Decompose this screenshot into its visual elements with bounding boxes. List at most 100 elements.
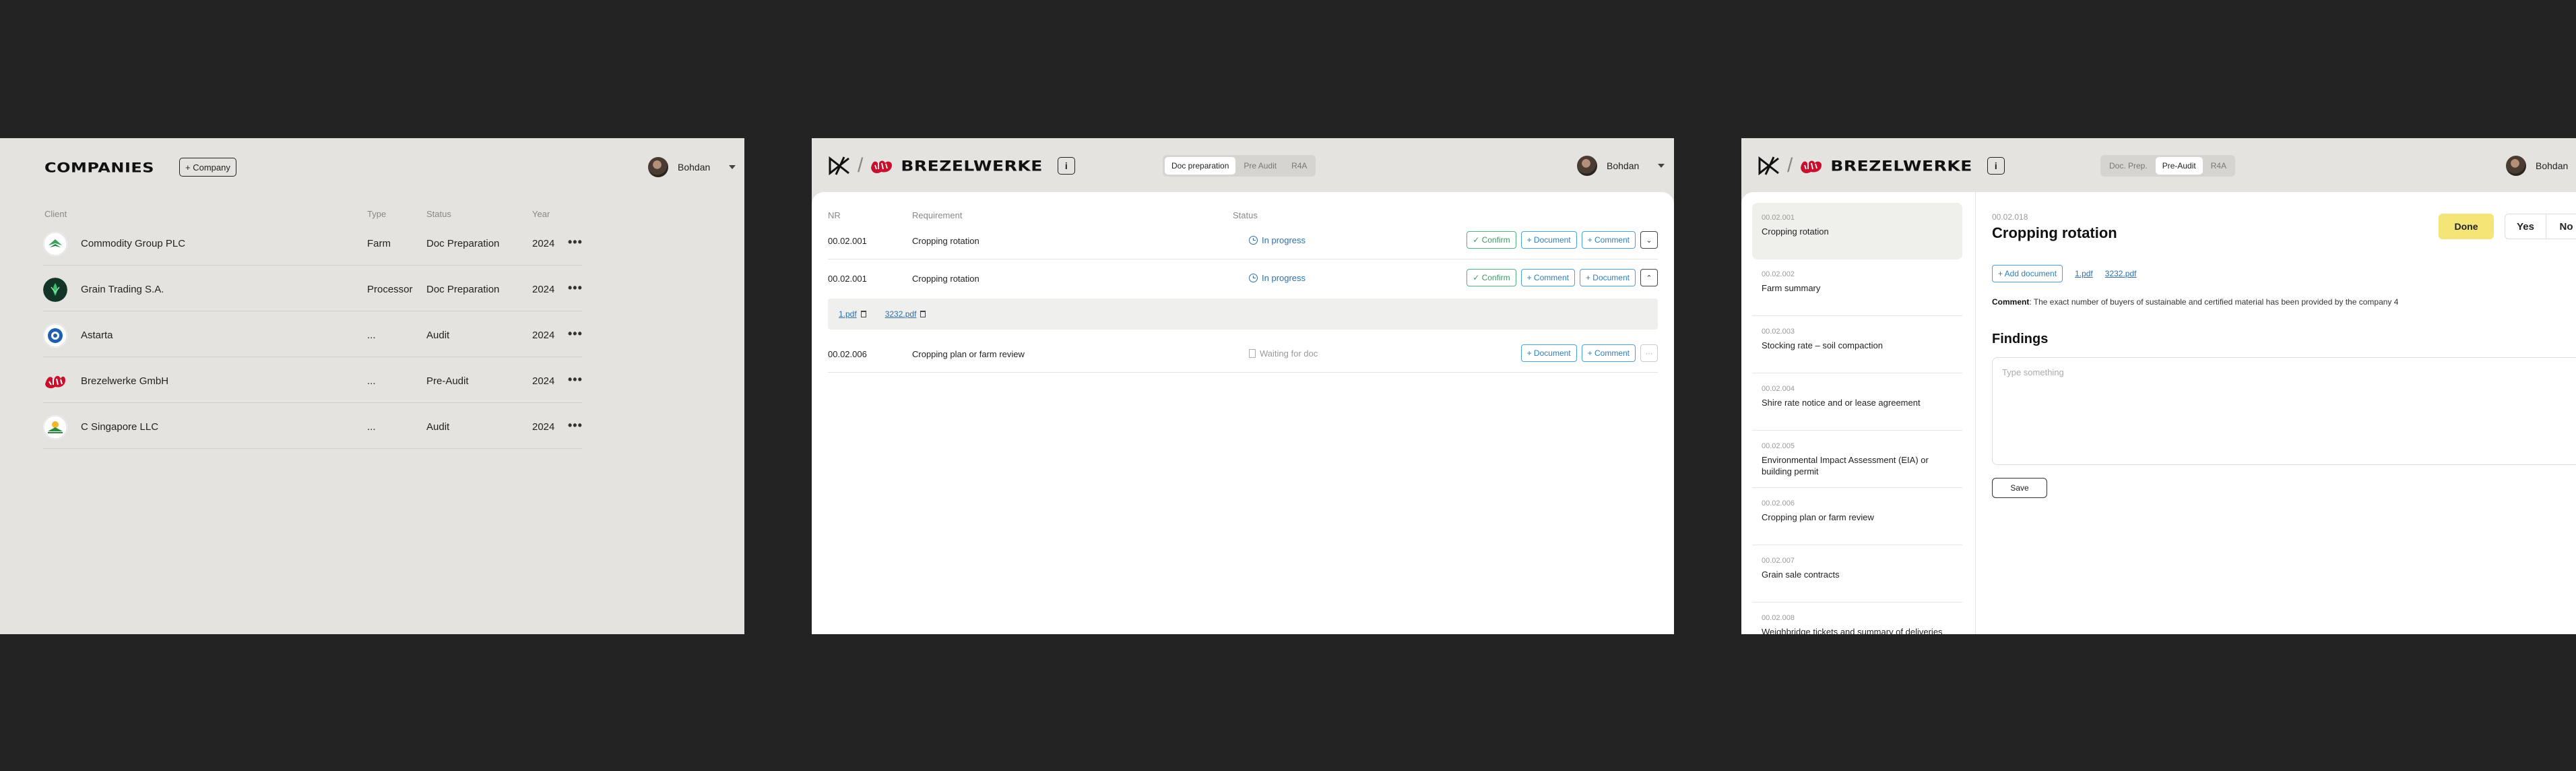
user-menu[interactable]: Bohdan bbox=[2506, 156, 2568, 176]
documents-row: + Add document 1.pdf 3232.pdf bbox=[1992, 265, 2137, 282]
sidebar-item-requirement[interactable]: 00.02.005 Environmental Impact Assessmen… bbox=[1752, 431, 1962, 488]
requirement-name: Stocking rate – soil compaction bbox=[1762, 340, 1883, 350]
table-row[interactable]: Grain Trading S.A. Processor Doc Prepara… bbox=[43, 266, 582, 311]
requirement-nr: 00.02.006 bbox=[828, 349, 867, 359]
client-year: 2024 bbox=[532, 284, 555, 295]
more-icon[interactable]: ••• bbox=[568, 419, 583, 433]
requirement-nr: 00.02.006 bbox=[1762, 499, 1795, 507]
file-link[interactable]: 3232.pdf bbox=[885, 309, 926, 319]
avatar bbox=[648, 157, 668, 177]
requirement-nr: 00.02.004 bbox=[1762, 385, 1795, 393]
more-icon[interactable]: ••• bbox=[568, 327, 583, 341]
brand-header: / BREZELWERKE i bbox=[1758, 154, 2005, 177]
sidebar-item-requirement[interactable]: 00.02.001 Cropping rotation bbox=[1752, 203, 1962, 259]
yes-button[interactable]: Yes bbox=[2505, 214, 2546, 239]
tab-pre-audit[interactable]: Pre Audit bbox=[1237, 157, 1283, 175]
requirement-nr: 00.02.008 bbox=[1762, 614, 1795, 622]
more-icon[interactable]: ••• bbox=[568, 235, 583, 249]
file-link[interactable]: 3232.pdf bbox=[2105, 269, 2137, 278]
user-name: Bohdan bbox=[1607, 160, 1640, 171]
row-actions: ✓ Confirm + Comment + Document ⌃ bbox=[1467, 269, 1658, 286]
user-menu[interactable]: Bohdan bbox=[648, 157, 736, 177]
attached-files: 1.pdf 3232.pdf bbox=[828, 299, 1658, 330]
sidebar-item-requirement[interactable]: 00.02.003 Stocking rate – soil compactio… bbox=[1752, 317, 1962, 373]
table-row[interactable]: Astarta ... Audit 2024 ••• bbox=[43, 311, 582, 357]
user-menu[interactable]: Bohdan bbox=[1577, 156, 1665, 176]
add-company-button[interactable]: + Company bbox=[179, 158, 236, 177]
more-icon[interactable]: ••• bbox=[568, 281, 583, 295]
sidebar-item-requirement[interactable]: 00.02.002 Farm summary bbox=[1752, 259, 1962, 316]
tab-r4a[interactable]: R4A bbox=[2204, 157, 2233, 175]
tab-doc-prep[interactable]: Doc. Prep. bbox=[2102, 157, 2154, 175]
column-header-year[interactable]: Year bbox=[532, 209, 550, 219]
add-document-button[interactable]: + Add document bbox=[1992, 265, 2063, 282]
requirement-name: Cropping plan or farm review bbox=[1762, 512, 1874, 522]
done-button[interactable]: Done bbox=[2439, 214, 2494, 239]
sidebar-item-requirement[interactable]: 00.02.006 Cropping plan or farm review bbox=[1752, 489, 1962, 545]
file-name: 1.pdf bbox=[839, 309, 857, 319]
brand-name: BREZELWERKE bbox=[901, 157, 1043, 175]
requirement-row[interactable]: 00.02.006 Cropping plan or farm review W… bbox=[828, 335, 1658, 373]
chevron-up-icon[interactable]: ⌃ bbox=[1640, 269, 1658, 286]
add-document-button[interactable]: + Document bbox=[1520, 231, 1577, 249]
confirm-button[interactable]: ✓ Confirm bbox=[1467, 231, 1516, 249]
client-name: Astarta bbox=[81, 330, 113, 341]
company-logo bbox=[43, 278, 67, 302]
no-button[interactable]: No bbox=[2546, 214, 2576, 239]
tab-pre-audit[interactable]: Pre-Audit bbox=[2155, 157, 2203, 175]
add-comment-button[interactable]: + Comment bbox=[1581, 231, 1636, 249]
client-logo-icon bbox=[1801, 160, 1822, 173]
row-actions: + Document + Comment ⋯ bbox=[1520, 344, 1658, 362]
info-button[interactable]: i bbox=[1057, 157, 1075, 175]
client-name: Commodity Group PLC bbox=[81, 238, 186, 249]
findings-input[interactable]: Type something bbox=[1992, 357, 2576, 465]
requirement-name: Farm summary bbox=[1762, 283, 1821, 293]
column-header-type[interactable]: Type bbox=[367, 209, 386, 219]
client-type: Farm bbox=[367, 238, 391, 249]
column-header-requirement: Requirement bbox=[912, 210, 963, 220]
tab-doc-preparation[interactable]: Doc preparation bbox=[1165, 157, 1236, 175]
add-document-button[interactable]: + Document bbox=[1520, 344, 1577, 362]
add-comment-button[interactable]: + Comment bbox=[1581, 344, 1636, 362]
more-icon[interactable]: ••• bbox=[568, 373, 583, 387]
status-label: In progress bbox=[1262, 235, 1306, 245]
info-button[interactable]: i bbox=[1987, 157, 2005, 175]
page-title: COMPANIES bbox=[44, 160, 155, 176]
company-logo bbox=[43, 415, 67, 439]
add-document-button[interactable]: + Document bbox=[1579, 269, 1636, 286]
more-icon[interactable]: ⋯ bbox=[1640, 344, 1658, 362]
sidebar-item-requirement[interactable]: 00.02.004 Shire rate notice and or lease… bbox=[1752, 374, 1962, 431]
requirement-detail: 00.02.018 Cropping rotation Done Yes No … bbox=[1976, 192, 2576, 634]
column-header-status[interactable]: Status bbox=[426, 209, 451, 219]
chevron-down-icon[interactable]: ⌄ bbox=[1640, 231, 1658, 249]
client-year: 2024 bbox=[532, 330, 555, 341]
client-status: Pre-Audit bbox=[426, 375, 469, 387]
table-row[interactable]: Commodity Group PLC Farm Doc Preparation… bbox=[43, 220, 582, 266]
yes-no-toggle: Yes No bbox=[2505, 214, 2576, 239]
save-button[interactable]: Save bbox=[1992, 478, 2047, 498]
sidebar-item-requirement[interactable]: 00.02.008 Weighbridge tickets and summar… bbox=[1752, 603, 1962, 634]
table-row[interactable]: C Singapore LLC ... Audit 2024 ••• bbox=[43, 403, 582, 449]
client-type: ... bbox=[367, 330, 376, 341]
client-name: C Singapore LLC bbox=[81, 421, 159, 433]
file-link[interactable]: 1.pdf bbox=[839, 309, 866, 319]
file-link[interactable]: 1.pdf bbox=[2075, 269, 2093, 278]
sidebar-item-requirement[interactable]: 00.02.007 Grain sale contracts bbox=[1752, 546, 1962, 603]
column-header-client[interactable]: Client bbox=[44, 209, 67, 219]
trash-icon[interactable] bbox=[860, 311, 866, 317]
table-row[interactable]: Brezelwerke GmbH ... Pre-Audit 2024 ••• bbox=[43, 357, 582, 403]
client-status: Audit bbox=[426, 421, 450, 433]
requirement-row[interactable]: 00.02.001 Cropping rotation In progress … bbox=[828, 259, 1658, 297]
app-logo-icon bbox=[829, 156, 849, 176]
confirm-button[interactable]: ✓ Confirm bbox=[1467, 269, 1516, 286]
add-comment-button[interactable]: + Comment bbox=[1520, 269, 1575, 286]
trash-icon[interactable] bbox=[920, 311, 926, 317]
client-year: 2024 bbox=[532, 375, 555, 387]
requirement-row[interactable]: 00.02.001 Cropping rotation In progress … bbox=[828, 222, 1658, 259]
user-name: Bohdan bbox=[678, 162, 711, 173]
brand-header: / BREZELWERKE i bbox=[828, 154, 1075, 177]
chevron-down-icon bbox=[1658, 164, 1665, 168]
tab-r4a[interactable]: R4A bbox=[1285, 157, 1314, 175]
avatar bbox=[1577, 156, 1597, 176]
brand-separator: / bbox=[858, 154, 864, 177]
